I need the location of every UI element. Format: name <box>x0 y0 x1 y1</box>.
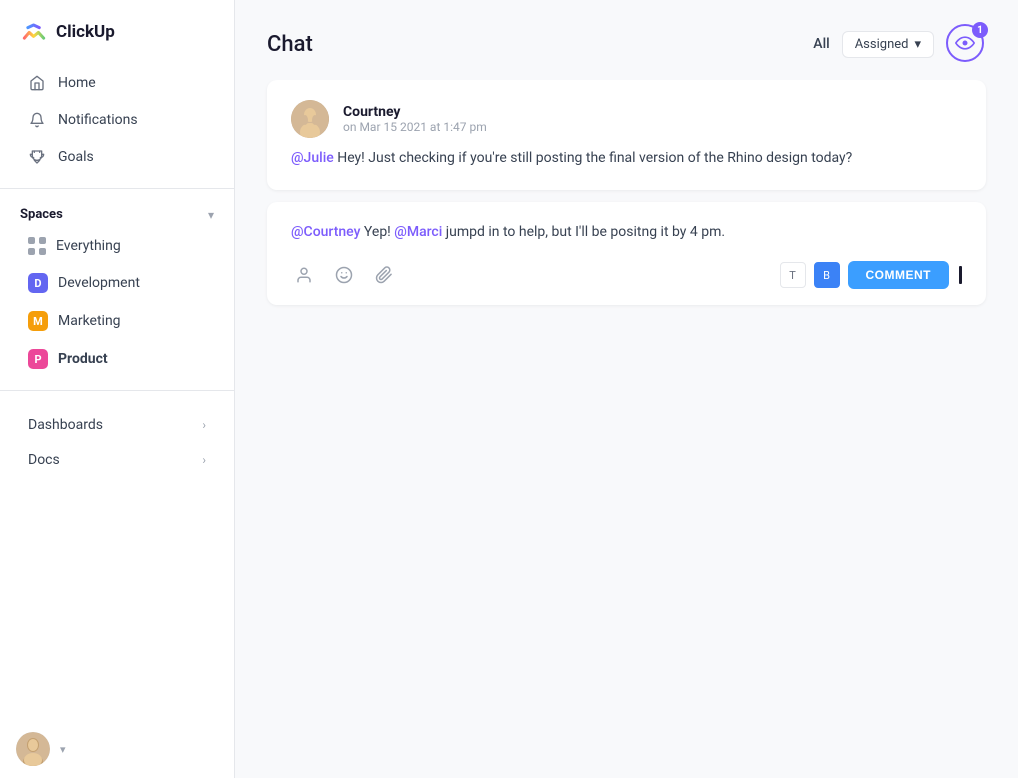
user-icon[interactable] <box>291 262 317 288</box>
sidebar-notifications-label: Notifications <box>58 112 138 128</box>
everything-grid-icon <box>28 237 46 255</box>
sidebar-item-docs[interactable]: Docs › <box>8 443 226 477</box>
sidebar-item-development[interactable]: D Development <box>8 265 226 301</box>
sidebar-item-product[interactable]: P Product <box>8 341 226 377</box>
sidebar-home-label: Home <box>58 75 96 91</box>
message-header-1: Courtney on Mar 15 2021 at 1:47 pm <box>291 100 962 138</box>
avatar-image <box>16 732 50 766</box>
trophy-icon <box>28 148 46 166</box>
sidebar-item-goals[interactable]: Goals <box>8 139 226 175</box>
reply-toolbar: T B COMMENT <box>291 261 962 289</box>
header-right: All Assigned ▾ 1 <box>813 24 986 64</box>
reply-tools-left <box>291 262 397 288</box>
main-header: Chat All Assigned ▾ 1 <box>235 0 1018 80</box>
notification-eye-button[interactable]: 1 <box>946 24 986 64</box>
app-name: ClickUp <box>56 22 115 42</box>
notification-badge: 1 <box>972 22 988 38</box>
message-author-1: Courtney <box>343 104 487 120</box>
message-body-1: @Julie Hey! Just checking if you're stil… <box>291 148 962 170</box>
sidebar: ClickUp Home Notifications <box>0 0 235 778</box>
reply-mention-1: @Courtney <box>291 224 360 240</box>
spaces-header[interactable]: Spaces ▾ <box>0 197 234 228</box>
product-badge: P <box>28 349 48 369</box>
sidebar-item-everything[interactable]: Everything <box>8 229 226 263</box>
filter-assigned-button[interactable]: Assigned ▾ <box>842 31 934 58</box>
sidebar-item-home[interactable]: Home <box>8 65 226 101</box>
development-label: Development <box>58 275 140 291</box>
docs-label: Docs <box>28 452 60 468</box>
marketing-badge: M <box>28 311 48 331</box>
reply-mention-2: @Marci <box>394 224 442 240</box>
user-avatar-area[interactable]: ▾ <box>0 720 234 778</box>
message-meta-1: Courtney on Mar 15 2021 at 1:47 pm <box>343 104 487 134</box>
sidebar-nav: Home Notifications <box>0 60 234 180</box>
text-style-button[interactable]: T <box>780 262 806 288</box>
reply-text-2: jumpd in to help, but I'll be positng it… <box>442 224 725 240</box>
marketing-label: Marketing <box>58 313 121 329</box>
page-title: Chat <box>267 32 313 57</box>
sidebar-divider-2 <box>0 390 234 391</box>
message-time-1: on Mar 15 2021 at 1:47 pm <box>343 120 487 134</box>
main-content: Chat All Assigned ▾ 1 <box>235 0 1018 778</box>
avatar <box>16 732 50 766</box>
dashboards-label: Dashboards <box>28 417 103 433</box>
sidebar-expandables: Dashboards › Docs › <box>0 407 234 478</box>
reply-body: @Courtney Yep! @Marci jumpd in to help, … <box>291 222 962 244</box>
sidebar-goals-label: Goals <box>58 149 94 165</box>
product-label: Product <box>58 351 108 367</box>
chat-content: Courtney on Mar 15 2021 at 1:47 pm @Juli… <box>235 80 1018 778</box>
bold-button[interactable]: B <box>814 262 840 288</box>
message-mention-1: @Julie <box>291 150 334 166</box>
comment-button[interactable]: COMMENT <box>848 261 950 289</box>
bell-icon <box>28 111 46 129</box>
user-menu-chevron-icon: ▾ <box>60 743 66 756</box>
cursor-indicator <box>959 266 962 284</box>
assigned-label: Assigned <box>855 37 909 52</box>
everything-label: Everything <box>56 238 121 254</box>
courtney-avatar <box>291 100 329 138</box>
emoji-icon[interactable] <box>331 262 357 288</box>
message-text-1: Hey! Just checking if you're still posti… <box>334 150 853 166</box>
message-card-1: Courtney on Mar 15 2021 at 1:47 pm @Juli… <box>267 80 986 190</box>
reply-text-1: Yep! <box>360 224 394 240</box>
docs-chevron-icon: › <box>202 453 206 467</box>
dashboards-chevron-icon: › <box>202 418 206 432</box>
assigned-chevron-icon: ▾ <box>914 37 921 52</box>
sidebar-divider <box>0 188 234 189</box>
clickup-logo-icon <box>20 18 48 46</box>
development-badge: D <box>28 273 48 293</box>
sidebar-item-marketing[interactable]: M Marketing <box>8 303 226 339</box>
sidebar-item-notifications[interactable]: Notifications <box>8 102 226 138</box>
spaces-chevron-icon: ▾ <box>208 208 214 222</box>
attachment-icon[interactable] <box>371 262 397 288</box>
logo[interactable]: ClickUp <box>0 0 234 60</box>
spaces-title: Spaces <box>20 207 63 222</box>
sidebar-item-dashboards[interactable]: Dashboards › <box>8 408 226 442</box>
reply-card: @Courtney Yep! @Marci jumpd in to help, … <box>267 202 986 306</box>
home-icon <box>28 74 46 92</box>
reply-tools-right: T B COMMENT <box>780 261 963 289</box>
filter-all-button[interactable]: All <box>813 36 829 52</box>
